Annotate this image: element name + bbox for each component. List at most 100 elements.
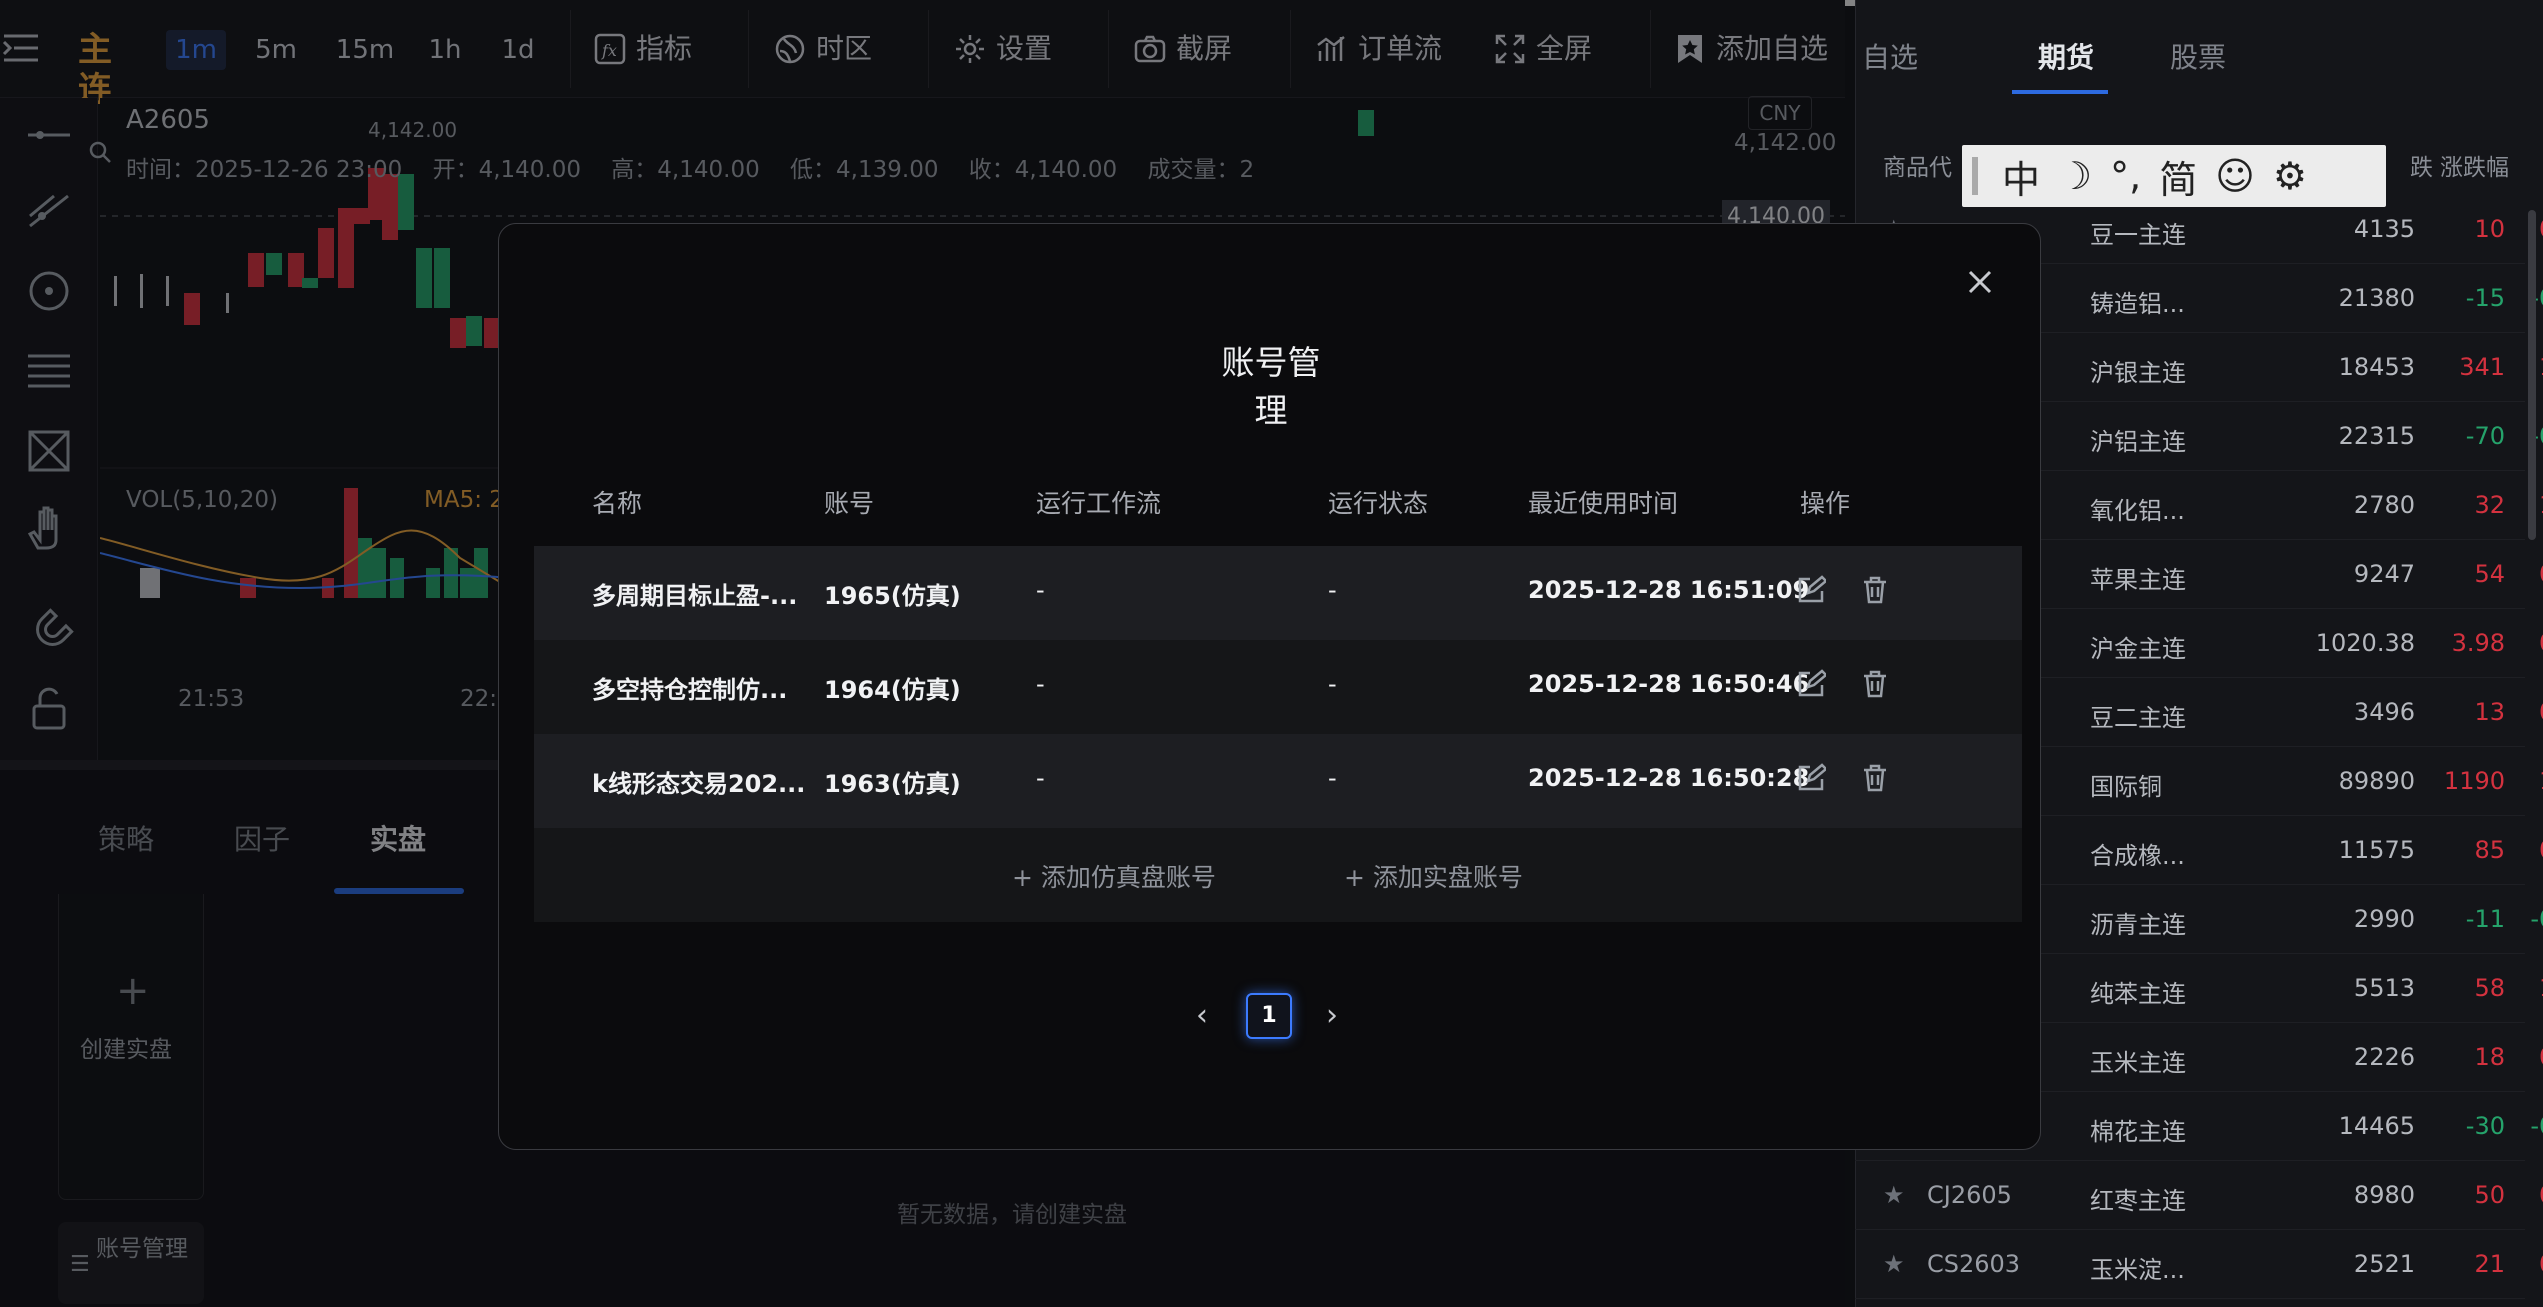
row-price: 3496 (2353, 698, 2415, 726)
row-pct: -0.1% (2500, 284, 2543, 312)
col-actions: 操作 (1800, 489, 1851, 518)
row-name: 氧化铝... (2090, 497, 2185, 525)
col-workflow: 运行工作流 (1036, 489, 1162, 518)
row-pct: 1.1% (2500, 974, 2543, 1002)
row-change: 18 (2474, 1043, 2505, 1071)
row-price: 2521 (2353, 1250, 2415, 1278)
edit-icon[interactable] (1796, 575, 1826, 605)
tab-stocks[interactable]: 股票 (2170, 36, 2226, 76)
header-pct: 涨跌幅 (2440, 155, 2509, 181)
row-account: 1963(仿真) (824, 770, 961, 798)
row-name: 沥青主连 (2090, 911, 2186, 939)
header-code: 商品代 (1883, 155, 1952, 181)
bookmark-icon[interactable]: ★ (1883, 1250, 1905, 1278)
emoji-icon[interactable]: ☺ (2215, 154, 2255, 198)
tab-watchlist[interactable]: 自选 (1862, 36, 1918, 76)
row-change: -15 (2465, 284, 2505, 312)
row-price: 21380 (2338, 284, 2415, 312)
row-name: 玉米淀... (2090, 1256, 2185, 1284)
add-real-account-button[interactable]: + 添加实盘账号 (1344, 858, 1523, 894)
row-price: 14465 (2338, 1112, 2415, 1140)
row-change: 3.98 (2451, 629, 2505, 657)
drag-handle-icon[interactable] (1972, 157, 1978, 195)
moon-icon[interactable]: ☽ (2058, 154, 2092, 198)
row-name: 纯苯主连 (2090, 980, 2186, 1008)
app-root: 主连 1m 5m 15m 1h 1d fx 指标 时区 设置 截屏 订单流 全屏… (0, 0, 2543, 1307)
col-name: 名称 (592, 489, 643, 518)
row-change: 85 (2474, 836, 2505, 864)
list-item[interactable]: ★ CJ2605 红枣主连 8980 500.6% (1855, 1161, 2543, 1230)
row-name: 沪银主连 (2090, 359, 2186, 387)
row-price: 2226 (2353, 1043, 2415, 1071)
row-name: 多空持仓控制仿... (592, 676, 788, 704)
modal-title: 账号管理 (1221, 343, 1321, 430)
add-account-row: + 添加仿真盘账号 + 添加实盘账号 (534, 828, 2022, 922)
row-name: 铸造铝... (2090, 290, 2185, 318)
punctuation-toggle[interactable]: °, (2110, 154, 2141, 198)
next-page-icon[interactable]: › (1326, 998, 1338, 1033)
gear-icon[interactable]: ⚙ (2273, 154, 2307, 198)
close-icon[interactable] (1962, 264, 1998, 300)
edit-icon[interactable] (1796, 669, 1826, 699)
col-last-used: 最近使用时间 (1528, 489, 1679, 518)
row-change: 10 (2474, 215, 2505, 243)
row-name: 沪金主连 (2090, 635, 2186, 663)
row-name: 苹果主连 (2090, 566, 2186, 594)
row-last-used: 2025-12-28 16:51:09 (1528, 576, 1810, 604)
row-change: -70 (2465, 422, 2505, 450)
row-name: 红枣主连 (2090, 1187, 2186, 1215)
simplified-toggle[interactable]: 简 (2159, 149, 2197, 204)
row-account: 1964(仿真) (824, 676, 961, 704)
row-price: 89890 (2338, 767, 2415, 795)
table-row[interactable]: 多周期目标止盈-... 1965(仿真) - - 2025-12-28 16:5… (534, 546, 2022, 640)
row-last-used: 2025-12-28 16:50:46 (1528, 670, 1810, 698)
row-price: 2990 (2353, 905, 2415, 933)
row-name: 沪铝主连 (2090, 428, 2186, 456)
row-name: 多周期目标止盈-... (592, 582, 798, 610)
edit-icon[interactable] (1796, 763, 1826, 793)
row-workflow: - (1036, 764, 1045, 792)
active-tab-indicator (2012, 90, 2108, 94)
row-code: CJ2605 (1927, 1181, 2012, 1209)
list-item[interactable]: ★ CS2603 玉米淀... 2521 210.8% (1855, 1230, 2543, 1299)
tab-futures[interactable]: 期货 (2038, 36, 2094, 76)
row-pct: -0.4% (2530, 905, 2543, 933)
row-code: CS2603 (1927, 1250, 2021, 1278)
row-change: 21 (2474, 1250, 2505, 1278)
ime-toolbar: 中 ☽ °, 简 ☺ ⚙ (1962, 145, 2386, 207)
table-row[interactable]: k线形态交易202... 1963(仿真) - - 2025-12-28 16:… (534, 734, 2022, 828)
row-name: 国际铜 (2090, 773, 2162, 801)
scrollbar[interactable] (2528, 210, 2536, 540)
current-page[interactable]: 1 (1246, 993, 1292, 1039)
row-name: 豆二主连 (2090, 704, 2186, 732)
header-change: 跌 (2410, 155, 2433, 181)
row-change: 32 (2474, 491, 2505, 519)
row-pct: -0.3% (2500, 422, 2543, 450)
row-change: 341 (2459, 353, 2505, 381)
row-pct: -0.2% (2530, 1112, 2543, 1140)
row-name: 豆一主连 (2090, 221, 2186, 249)
row-price: 11575 (2338, 836, 2415, 864)
row-price: 2780 (2353, 491, 2415, 519)
row-change: 1190 (2443, 767, 2505, 795)
trash-icon[interactable] (1860, 763, 1890, 793)
row-workflow: - (1036, 576, 1045, 604)
row-pct: 0.8% (2500, 1250, 2543, 1278)
add-sim-account-button[interactable]: + 添加仿真盘账号 (1012, 858, 1216, 894)
table-row[interactable]: 多空持仓控制仿... 1964(仿真) - - 2025-12-28 16:50… (534, 640, 2022, 734)
row-change: -30 (2465, 1112, 2505, 1140)
row-change: -11 (2465, 905, 2505, 933)
trash-icon[interactable] (1860, 669, 1890, 699)
row-name: 合成橡... (2090, 842, 2185, 870)
bookmark-icon[interactable]: ★ (1883, 1181, 1905, 1209)
row-pct: 0.4% (2500, 698, 2543, 726)
prev-page-icon[interactable]: ‹ (1196, 998, 1208, 1033)
col-status: 运行状态 (1328, 489, 1429, 518)
ime-chinese-toggle[interactable]: 中 (2002, 149, 2040, 204)
row-change: 13 (2474, 698, 2505, 726)
row-change: 54 (2474, 560, 2505, 588)
trash-icon[interactable] (1860, 575, 1890, 605)
row-price: 22315 (2338, 422, 2415, 450)
row-pct: 0.2% (2500, 215, 2543, 243)
row-price: 18453 (2338, 353, 2415, 381)
